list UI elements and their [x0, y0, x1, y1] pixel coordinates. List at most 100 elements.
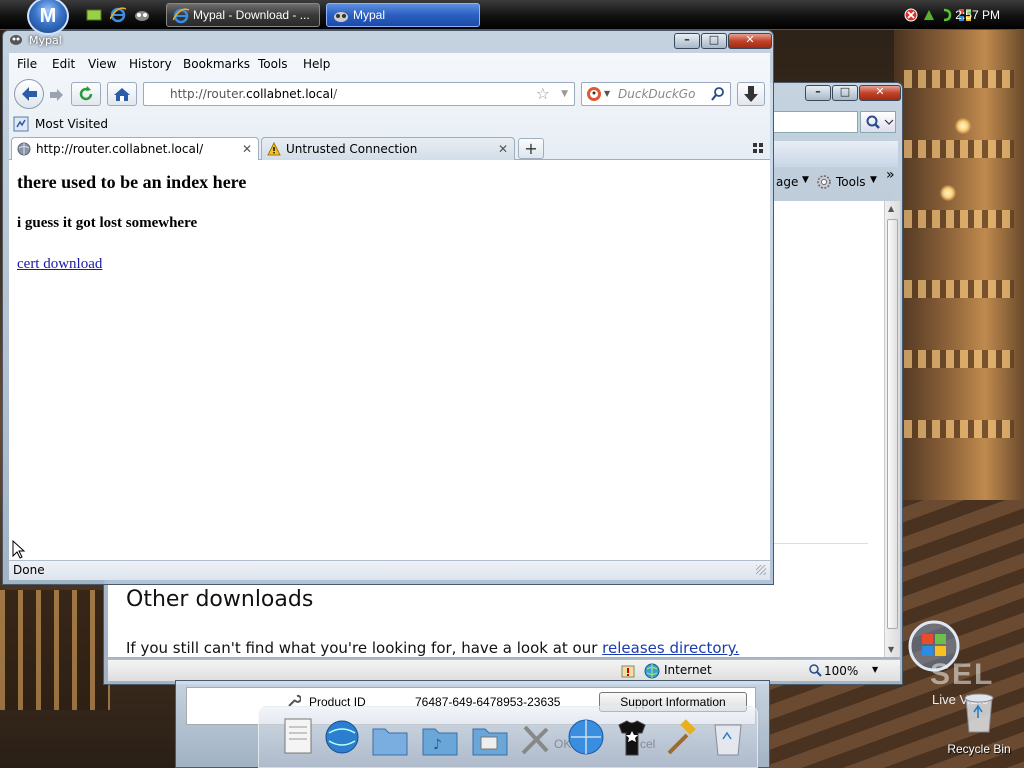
- network-icon[interactable]: [922, 8, 936, 22]
- page-heading: there used to be an index here: [17, 172, 247, 192]
- minimize-button[interactable]: –: [674, 33, 700, 49]
- menu-bookmarks[interactable]: Bookmarks: [183, 57, 250, 71]
- menu-history[interactable]: History: [129, 57, 172, 71]
- url-prefix: http://router.: [170, 87, 247, 101]
- page-subheading: i guess it got lost somewhere: [17, 215, 198, 231]
- music-folder-icon: ♪: [422, 728, 458, 756]
- dock-item-themes[interactable]: [611, 715, 653, 761]
- tab-close-icon[interactable]: ✕: [242, 138, 252, 160]
- new-tab-button[interactable]: +: [518, 138, 544, 159]
- taskbar-item-ie-download[interactable]: Mypal - Download - ...: [166, 3, 320, 27]
- dock-item-documents[interactable]: [277, 715, 319, 761]
- menu-bar: File Edit View History Bookmarks Tools H…: [9, 53, 770, 75]
- brand-text: SEL: [930, 658, 995, 691]
- dock-item-pictures-folder[interactable]: [469, 715, 511, 761]
- browser-chrome: File Edit View History Bookmarks Tools H…: [9, 53, 770, 161]
- start-button[interactable]: M: [27, 0, 69, 35]
- clock[interactable]: 2:57 PM: [955, 8, 1000, 22]
- recycle-bin[interactable]: Recycle Bin: [944, 688, 1014, 758]
- releases-paragraph: If you still can't find what you're look…: [126, 639, 739, 657]
- tab-strip: http://router.collabnet.local/ ✕ Untrust…: [9, 136, 770, 161]
- dock-item-utilities[interactable]: [659, 715, 701, 761]
- ie-search-button[interactable]: [860, 111, 896, 133]
- scroll-up-icon[interactable]: ▲: [888, 204, 894, 213]
- app-tray-icon[interactable]: [940, 8, 954, 22]
- url-bar[interactable]: http://router.collabnet.local/ ☆ ▼: [143, 82, 575, 106]
- ie-scrollbar-thumb[interactable]: [887, 219, 898, 629]
- ie-search-input[interactable]: [772, 111, 858, 133]
- dock-item-recycle[interactable]: [707, 715, 749, 761]
- wallpaper-lamp: [940, 185, 956, 201]
- page-globe-icon: [17, 142, 31, 156]
- gear-icon: [817, 175, 831, 189]
- globe-icon: [325, 720, 359, 754]
- page-content: there used to be an index here i guess i…: [9, 160, 770, 560]
- forward-button[interactable]: [45, 84, 67, 106]
- ie-caption-buttons: – □ ✕: [804, 85, 901, 101]
- cert-download-link[interactable]: cert download: [17, 256, 102, 273]
- url-dropdown-icon[interactable]: ▼: [561, 83, 568, 105]
- tshirt-icon: [618, 720, 646, 756]
- tab-close-icon[interactable]: ✕: [498, 138, 508, 160]
- ie-command-bar: age ▼ Tools ▼ »: [772, 167, 898, 195]
- tools-icon: [521, 725, 549, 755]
- download-arrow-icon: [744, 86, 758, 102]
- ie-icon: [173, 8, 189, 24]
- minimize-icon: –: [815, 85, 821, 98]
- menu-edit[interactable]: Edit: [52, 57, 75, 71]
- zoom-icon: [809, 664, 822, 677]
- mypal-icon[interactable]: [134, 7, 150, 23]
- trash-icon: [714, 724, 742, 756]
- taskbar-item-mypal[interactable]: Mypal: [326, 3, 480, 27]
- reload-button[interactable]: [71, 82, 101, 106]
- dock-item-music-folder[interactable]: ♪: [419, 715, 461, 761]
- dock-item-internet[interactable]: [565, 715, 607, 761]
- search-engine-dropdown-icon[interactable]: ▼: [604, 83, 610, 105]
- downloads-button[interactable]: [737, 82, 765, 106]
- url-host: collabnet.local: [246, 87, 334, 101]
- ie-icon[interactable]: [110, 7, 126, 23]
- tab-untrusted-connection[interactable]: Untrusted Connection ✕: [261, 137, 515, 160]
- dock-item-folder[interactable]: [369, 715, 411, 761]
- bookmark-star-icon[interactable]: ☆: [536, 83, 550, 105]
- mypal-caption-buttons: – □ ✕: [673, 33, 772, 49]
- wallpaper-lamp: [955, 118, 971, 134]
- list-all-tabs-icon[interactable]: [751, 141, 765, 155]
- mouse-cursor-icon: [12, 540, 26, 559]
- security-alert-icon[interactable]: [904, 8, 918, 22]
- menu-view[interactable]: View: [88, 57, 116, 71]
- globe-icon: [644, 663, 660, 679]
- maximize-button[interactable]: □: [701, 33, 727, 49]
- ie-scrollbar[interactable]: ▲ ▼: [884, 201, 900, 657]
- minimize-icon: –: [684, 33, 690, 46]
- ie-close-button[interactable]: ✕: [859, 85, 901, 101]
- ie-tools-menu[interactable]: Tools: [836, 175, 866, 189]
- ie-maximize-button[interactable]: □: [832, 85, 858, 101]
- close-button[interactable]: ✕: [728, 33, 772, 49]
- bookmark-most-visited[interactable]: Most Visited: [35, 117, 108, 131]
- back-button[interactable]: [14, 79, 44, 109]
- back-arrow-icon: [22, 87, 37, 101]
- tab-router[interactable]: http://router.collabnet.local/ ✕: [11, 137, 259, 161]
- ie-page-menu[interactable]: age: [776, 175, 798, 189]
- search-bar[interactable]: ▼ DuckDuckGo: [581, 82, 731, 106]
- releases-directory-link[interactable]: releases directory.: [602, 639, 739, 657]
- search-icon[interactable]: [710, 86, 726, 102]
- close-icon: ✕: [875, 85, 885, 98]
- show-desktop-icon[interactable]: [86, 7, 102, 23]
- menu-help[interactable]: Help: [303, 57, 330, 71]
- url-suffix: /: [333, 87, 338, 101]
- dock-item-network[interactable]: [321, 715, 363, 761]
- ie-minimize-button[interactable]: –: [805, 85, 831, 101]
- dock-item-tools[interactable]: [515, 715, 557, 761]
- search-icon: [866, 115, 894, 129]
- window-title: Mypal: [29, 34, 62, 47]
- home-button[interactable]: [107, 82, 137, 106]
- menu-tools[interactable]: Tools: [258, 57, 288, 71]
- resize-grip[interactable]: [756, 565, 766, 575]
- most-visited-icon: [13, 116, 29, 132]
- chevron-double-right-icon[interactable]: »: [886, 167, 895, 183]
- menu-file[interactable]: File: [17, 57, 37, 71]
- recycle-bin-label: Recycle Bin: [947, 742, 1011, 756]
- status-text: Done: [13, 563, 45, 577]
